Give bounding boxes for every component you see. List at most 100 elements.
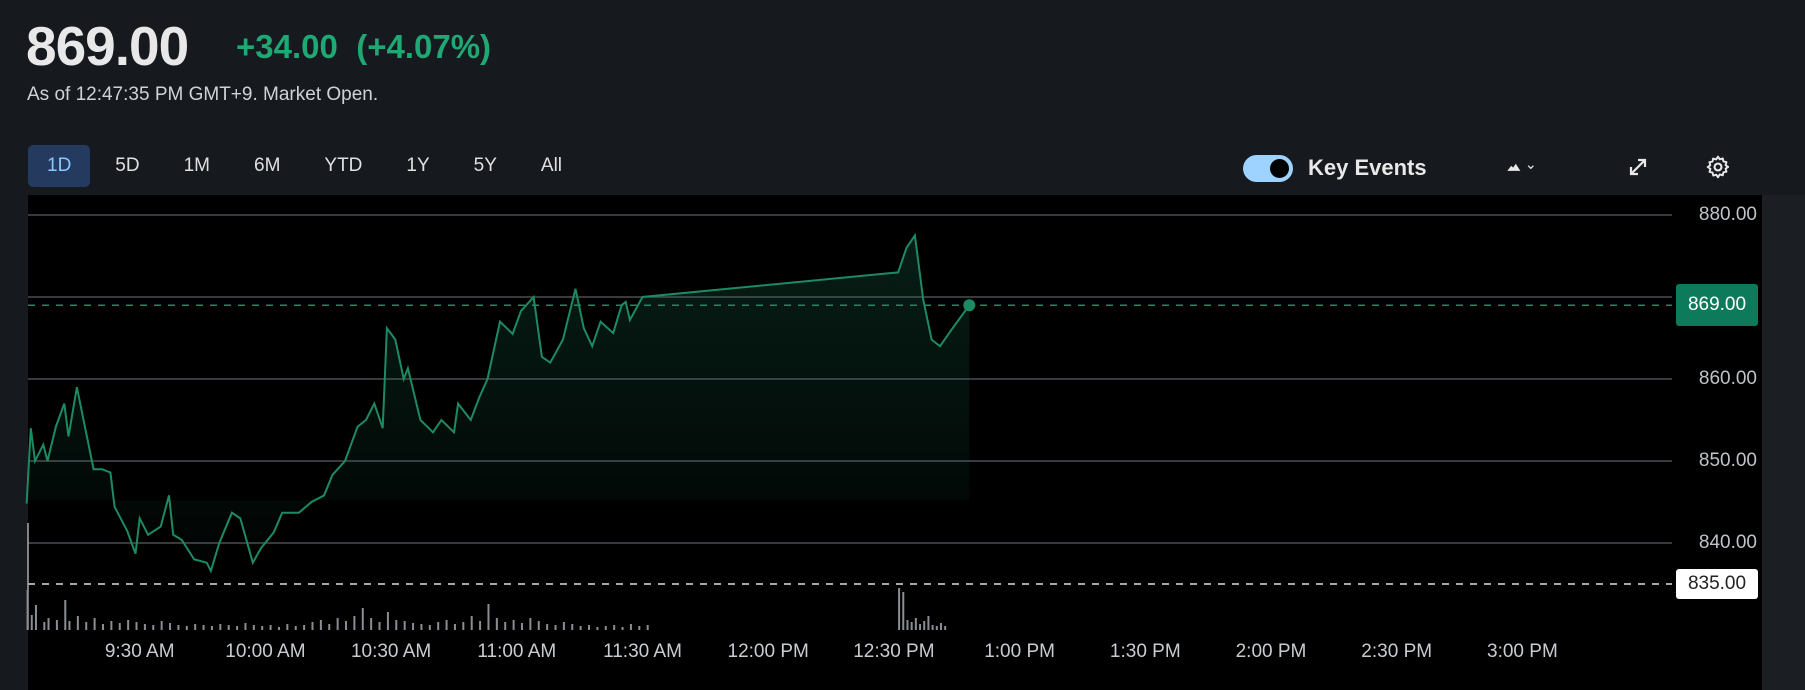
y-tick-label: 880.00 bbox=[1698, 204, 1757, 225]
volume-bar bbox=[361, 608, 364, 630]
price-chart[interactable] bbox=[0, 0, 1805, 690]
volume-bar bbox=[47, 618, 50, 630]
volume-bar bbox=[935, 626, 938, 630]
volume-bar bbox=[277, 627, 280, 630]
volume-bar bbox=[646, 625, 649, 630]
volume-bar bbox=[76, 616, 79, 630]
volume-bar bbox=[378, 622, 381, 630]
x-tick-label: 12:30 PM bbox=[853, 641, 935, 662]
volume-bar bbox=[118, 623, 121, 630]
x-tick-label: 9:30 AM bbox=[104, 641, 175, 662]
volume-bar bbox=[420, 624, 423, 630]
volume-bar bbox=[345, 621, 348, 630]
x-tick-label: 1:00 PM bbox=[984, 641, 1055, 662]
volume-bar bbox=[919, 624, 922, 630]
volume-bar bbox=[596, 627, 599, 630]
volume-bar bbox=[613, 625, 616, 630]
volume-bar bbox=[437, 622, 440, 630]
volume-bar bbox=[311, 622, 314, 630]
x-tick-label: 11:00 AM bbox=[477, 641, 557, 662]
volume-bar bbox=[571, 624, 574, 630]
x-tick-label: 2:00 PM bbox=[1235, 641, 1307, 662]
volume-bar bbox=[177, 625, 180, 630]
current-price-badge: 869.00 bbox=[1676, 284, 1758, 327]
volume-bar bbox=[445, 620, 448, 630]
volume-bar bbox=[944, 626, 947, 630]
volume-bar bbox=[462, 622, 465, 630]
volume-bar bbox=[403, 621, 406, 630]
volume-bar bbox=[93, 618, 96, 630]
volume-bar bbox=[127, 620, 130, 630]
x-tick-label: 10:00 AM bbox=[225, 641, 306, 662]
volume-bar bbox=[319, 620, 322, 630]
previous-close-badge: 835.00 bbox=[1676, 569, 1758, 599]
volume-bar bbox=[353, 616, 356, 630]
volume-bar bbox=[210, 626, 213, 630]
volume-bar bbox=[160, 621, 163, 630]
volume-bar bbox=[554, 625, 557, 630]
volume-bar bbox=[638, 626, 641, 630]
volume-bar bbox=[328, 624, 331, 630]
volume-bar bbox=[927, 616, 930, 630]
volume-bar bbox=[428, 625, 431, 630]
volume-bar bbox=[43, 622, 46, 630]
volume-bar bbox=[504, 622, 507, 630]
chart-side-strip bbox=[1762, 195, 1805, 690]
volume-bar bbox=[902, 592, 905, 630]
volume-bar bbox=[529, 618, 532, 630]
x-tick-label: 10:30 AM bbox=[350, 641, 432, 662]
volume-bar bbox=[931, 625, 934, 630]
volume-bar bbox=[64, 600, 67, 630]
volume-bar bbox=[252, 625, 255, 630]
volume-bar bbox=[244, 623, 247, 630]
volume-bar bbox=[588, 625, 591, 630]
x-tick-label: 12:00 PM bbox=[727, 641, 809, 662]
volume-bar bbox=[923, 621, 926, 630]
volume-bar bbox=[579, 626, 582, 630]
volume-bar bbox=[26, 590, 29, 630]
volume-bar bbox=[303, 625, 306, 630]
volume-bar bbox=[629, 624, 632, 630]
volume-bar bbox=[386, 612, 389, 630]
volume-bar bbox=[412, 623, 415, 630]
volume-bar bbox=[110, 621, 113, 630]
volume-bar bbox=[185, 626, 188, 630]
volume-bar bbox=[537, 621, 540, 630]
x-tick-label: 3:00 PM bbox=[1487, 641, 1558, 662]
volume-bar bbox=[395, 620, 398, 630]
volume-bar bbox=[55, 620, 58, 630]
volume-bar bbox=[512, 620, 515, 630]
volume-bar bbox=[370, 618, 373, 630]
volume-bar bbox=[101, 624, 104, 630]
volume-bar bbox=[546, 624, 549, 630]
current-price-dot bbox=[963, 299, 976, 312]
volume-bar bbox=[487, 604, 490, 630]
volume-bar bbox=[453, 624, 456, 630]
volume-bar bbox=[604, 626, 607, 630]
volume-bar bbox=[562, 622, 565, 630]
volume-bar bbox=[286, 624, 289, 630]
volume-bar bbox=[479, 621, 482, 630]
volume-bar bbox=[236, 626, 239, 630]
volume-bar bbox=[898, 588, 901, 630]
volume-bar bbox=[294, 626, 297, 630]
volume-bar bbox=[152, 625, 155, 630]
volume-bar bbox=[68, 621, 71, 630]
volume-bar bbox=[269, 625, 272, 630]
volume-bar bbox=[85, 622, 88, 630]
volume-bar bbox=[621, 627, 624, 630]
volume-bar bbox=[34, 605, 37, 630]
volume-bar bbox=[914, 618, 917, 630]
volume-bar bbox=[30, 615, 33, 630]
volume-bar bbox=[135, 622, 138, 630]
volume-bar bbox=[261, 626, 264, 630]
volume-bar bbox=[495, 618, 498, 630]
x-tick-label: 1:30 PM bbox=[1109, 641, 1181, 662]
volume-bar bbox=[143, 624, 146, 630]
volume-bar bbox=[202, 625, 205, 630]
volume-bar bbox=[227, 625, 230, 630]
volume-bar bbox=[219, 624, 222, 630]
y-tick-label: 850.00 bbox=[1698, 450, 1757, 471]
volume-bar bbox=[470, 616, 473, 630]
volume-bar bbox=[520, 623, 523, 630]
